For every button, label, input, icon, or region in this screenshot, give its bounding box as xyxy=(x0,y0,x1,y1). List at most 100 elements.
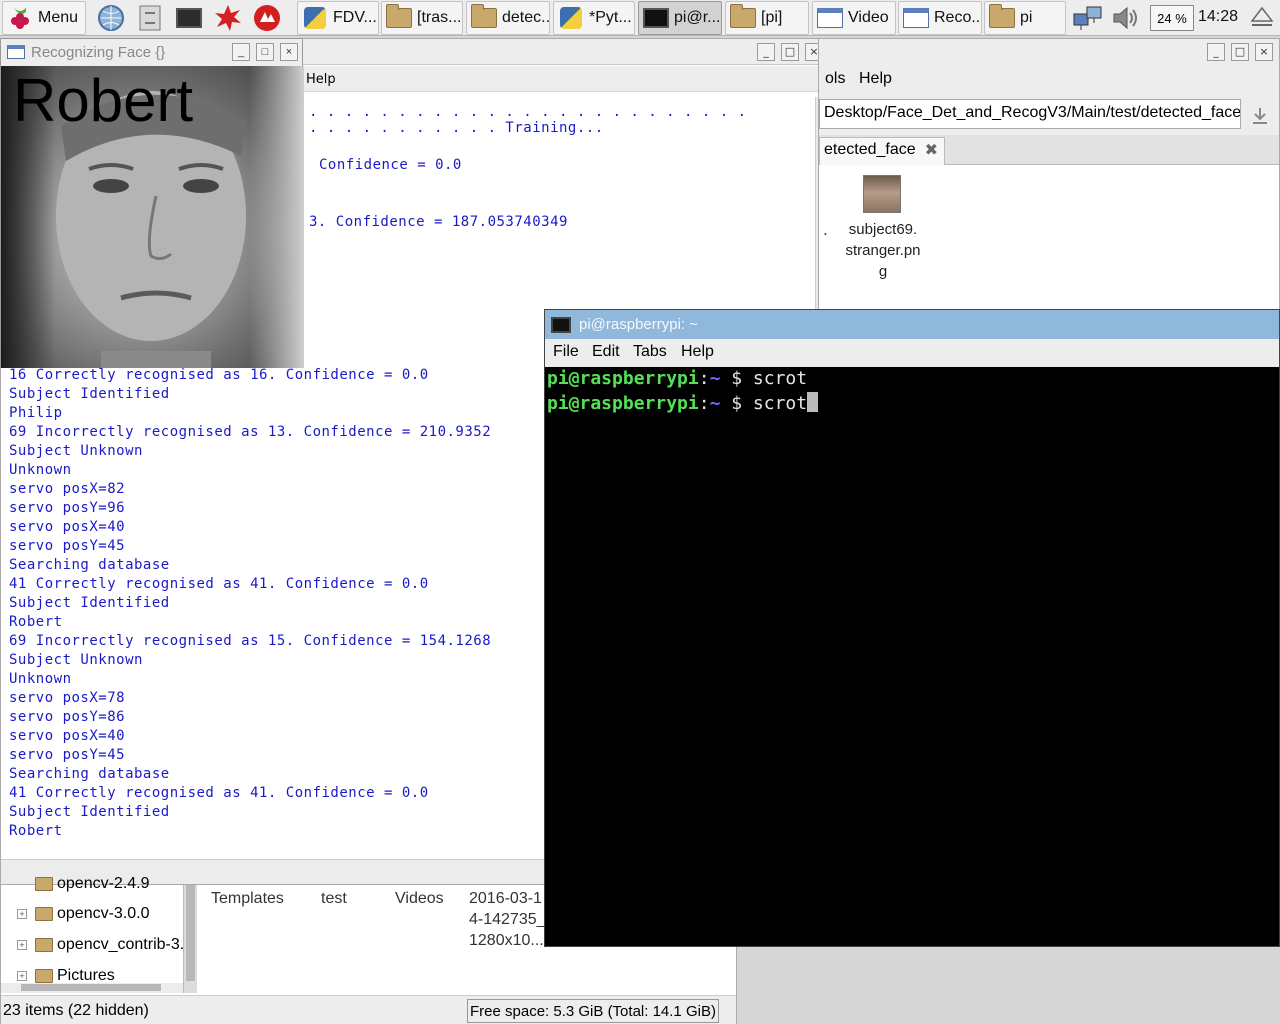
menu-button[interactable]: Menu xyxy=(2,1,86,35)
terminal-icon xyxy=(551,316,571,333)
taskbar: Menu FDV... [tras... detec... *Pyt... pi… xyxy=(0,0,1280,36)
prompt-separator: : xyxy=(698,368,710,389)
output-line: Subject Identified xyxy=(9,804,170,820)
minimize-button[interactable]: _ xyxy=(1207,43,1225,61)
file-item[interactable]: Videos xyxy=(395,888,444,909)
tab-detected-face[interactable]: etected_face ✖ xyxy=(819,137,945,165)
folder-icon xyxy=(988,4,1016,31)
close-tab-icon[interactable]: ✖ xyxy=(925,140,938,160)
tab-label: etected_face xyxy=(824,141,916,158)
output-line: Unknown xyxy=(9,671,72,687)
file-manager-titlebar[interactable]: _ □ × xyxy=(819,39,1279,65)
eject-icon[interactable] xyxy=(1250,6,1274,28)
file-name-line: subject69. xyxy=(848,221,918,238)
menu-help[interactable]: Help xyxy=(306,72,336,87)
path-input[interactable]: Desktop/Face_Det_and_RecogV3/Main/test/d… xyxy=(819,99,1241,129)
terminal-line[interactable]: pi@raspberrypi:~ $ scrot xyxy=(547,392,819,414)
file-item[interactable]: Templates xyxy=(211,888,284,909)
status-bar: 23 items (22 hidden) Free space: 5.3 GiB… xyxy=(1,995,736,1024)
menu-edit[interactable]: Edit xyxy=(592,343,620,361)
network-icon[interactable] xyxy=(1072,2,1104,34)
output-line: servo posX=82 xyxy=(9,481,126,497)
maximize-button[interactable]: □ xyxy=(1231,43,1249,61)
prompt-path: ~ xyxy=(709,393,721,414)
file-item[interactable]: 2016-03-1 4-142735_ 1280x10... xyxy=(469,888,546,951)
partial-file-label: . xyxy=(823,221,828,239)
menu-file[interactable]: File xyxy=(553,343,579,361)
output-line: 41 Correctly recognised as 41. Confidenc… xyxy=(9,576,429,592)
web-browser-icon[interactable] xyxy=(95,2,127,34)
directory-tree: opencv-2.4.9 + opencv-3.0.0 + opencv_contr… xyxy=(1,875,197,993)
file-thumbnail[interactable] xyxy=(863,175,901,213)
task-label: pi xyxy=(1020,9,1033,26)
wolfram-icon[interactable] xyxy=(251,2,283,34)
tree-item-opencv-3[interactable]: + opencv-3.0.0 xyxy=(17,905,150,923)
folder-icon xyxy=(35,938,53,952)
terminal-titlebar[interactable]: pi@raspberrypi: ~ xyxy=(545,310,1279,339)
close-button[interactable]: × xyxy=(280,43,298,61)
terminal-icon xyxy=(642,5,670,31)
text-cursor xyxy=(807,392,819,412)
task-button-2[interactable]: detec... xyxy=(466,1,550,35)
task-button-4[interactable]: pi@r... xyxy=(638,1,722,35)
expand-icon[interactable]: + xyxy=(17,909,27,919)
maximize-button[interactable]: □ xyxy=(256,43,274,61)
volume-icon[interactable] xyxy=(1110,2,1142,34)
file-item[interactable]: test xyxy=(321,888,347,909)
face-window-titlebar[interactable]: Recognizing Face {} _ □ × xyxy=(1,39,302,65)
output-line: 3. Confidence = 187.053740349 xyxy=(309,214,568,230)
tree-horizontal-scrollbar[interactable] xyxy=(1,983,183,993)
output-line: Robert xyxy=(9,823,63,839)
tree-label: opencv-3.0.0 xyxy=(57,905,150,922)
math-app-icon[interactable] xyxy=(212,2,244,34)
maximize-button[interactable]: □ xyxy=(781,43,799,61)
tree-item-opencv-2[interactable]: opencv-2.4.9 xyxy=(17,875,150,893)
output-line: Subject Identified xyxy=(9,386,170,402)
task-label: detec... xyxy=(502,9,550,26)
recognizing-face-window: Recognizing Face {} _ □ × Robert xyxy=(0,38,304,368)
minimize-button[interactable]: _ xyxy=(232,43,250,61)
menu-tools[interactable]: ols xyxy=(825,70,845,88)
expand-icon[interactable]: + xyxy=(17,971,27,981)
task-button-0[interactable]: FDV... xyxy=(297,1,379,35)
file-name-line: g xyxy=(878,263,888,280)
output-line: servo posY=45 xyxy=(9,747,126,763)
tab-bar: etected_face ✖ xyxy=(819,135,1279,165)
output-line: . . . . . . . . . . . Training... xyxy=(309,120,604,136)
output-line: Subject Unknown xyxy=(9,443,143,459)
minimize-button[interactable]: _ xyxy=(757,43,775,61)
output-line: Subject Unknown xyxy=(9,652,143,668)
file-cabinet-icon[interactable] xyxy=(134,2,166,34)
task-button-1[interactable]: [tras... xyxy=(381,1,463,35)
cpu-monitor: 24 % xyxy=(1150,5,1194,31)
window-icon xyxy=(816,5,844,31)
prompt-user: pi@raspberrypi xyxy=(547,393,699,414)
go-icon[interactable] xyxy=(1249,105,1271,127)
tree-item-opencv-contrib[interactable]: + opencv_contrib-3.( xyxy=(17,936,190,954)
folder-icon xyxy=(729,4,757,31)
file-manager-menubar: ols Help xyxy=(819,65,1279,95)
task-button-6[interactable]: Video xyxy=(812,1,896,35)
close-button[interactable]: × xyxy=(1255,43,1273,61)
task-button-8[interactable]: pi xyxy=(984,1,1066,35)
menu-help[interactable]: Help xyxy=(859,70,892,88)
terminal-menubar: File Edit Tabs Help xyxy=(545,339,1279,367)
menu-label: Menu xyxy=(38,9,79,26)
clock[interactable]: 14:28 xyxy=(1198,8,1238,26)
tree-vertical-scrollbar[interactable] xyxy=(183,885,197,993)
task-button-7[interactable]: Reco... xyxy=(898,1,982,35)
task-button-5[interactable]: [pi] xyxy=(725,1,809,35)
file-name-label[interactable]: subject69. stranger.pn g xyxy=(833,219,933,282)
output-line: Philip xyxy=(9,405,63,421)
output-line: servo posY=45 xyxy=(9,538,126,554)
output-line: Unknown xyxy=(9,462,72,478)
task-label: Reco... xyxy=(934,9,982,26)
expand-icon[interactable]: + xyxy=(17,940,27,950)
command-text: scrot xyxy=(752,393,808,414)
task-button-3[interactable]: *Pyt... xyxy=(553,1,635,35)
output-line: Subject Identified xyxy=(9,595,170,611)
menu-help[interactable]: Help xyxy=(681,343,714,361)
monitor-icon[interactable] xyxy=(173,2,205,34)
task-label: FDV... xyxy=(333,9,377,26)
menu-tabs[interactable]: Tabs xyxy=(633,343,667,361)
